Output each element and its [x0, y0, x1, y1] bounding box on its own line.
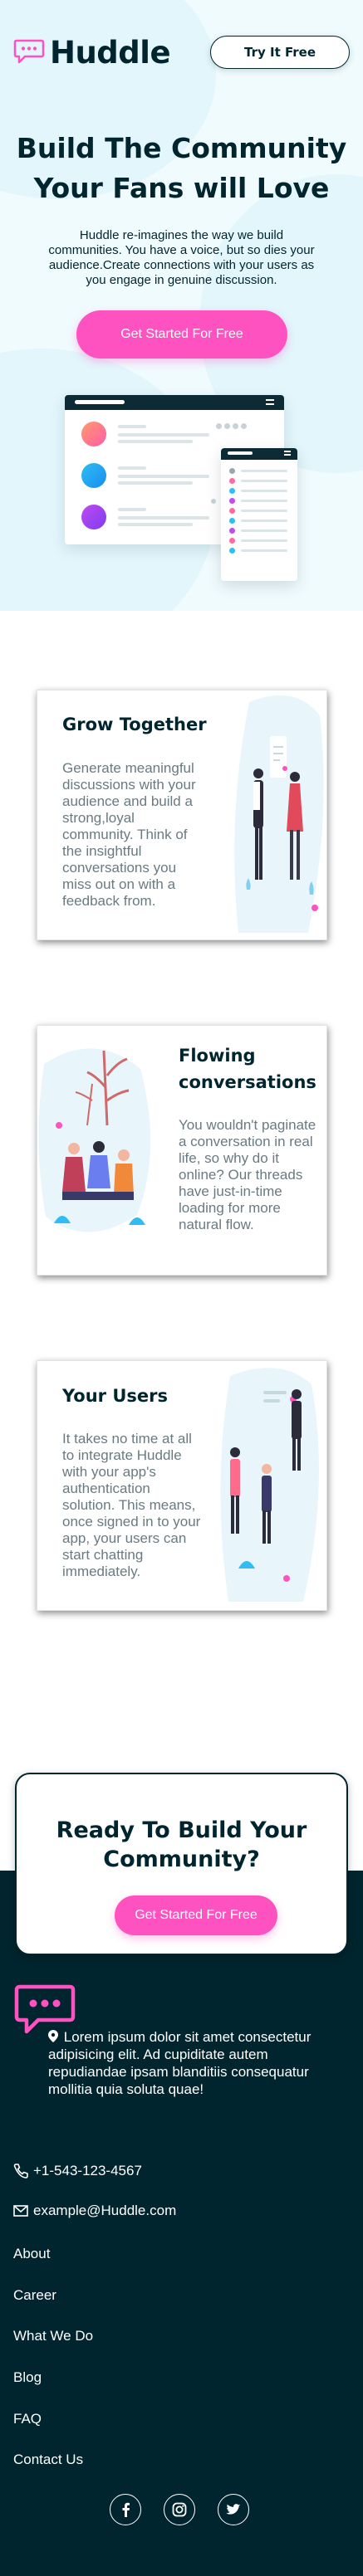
footer-link-contact-us[interactable]: Contact Us: [13, 2452, 83, 2468]
feature-card: Your Users It takes no time at all to in…: [37, 1360, 327, 1611]
phone-icon: [13, 2164, 28, 2178]
footer-link-faq[interactable]: FAQ: [13, 2411, 42, 2427]
feature-title: Your Users: [62, 1386, 168, 1406]
cta-title: Ready To Build Your Community?: [56, 1817, 307, 1872]
hero-title-line: Your Fans will Love: [33, 172, 330, 204]
footer-link-career[interactable]: Career: [13, 2287, 56, 2304]
feature-card: Grow Together Generate meaningful discus…: [37, 690, 327, 940]
brand-logo[interactable]: Huddle: [13, 34, 171, 71]
get-started-button[interactable]: Get Started For Free: [115, 1895, 277, 1935]
feature-text: Generate meaningful discussions with you…: [62, 760, 196, 909]
footer-phone[interactable]: +1-543-123-4567: [13, 2163, 142, 2179]
cta-section: Ready To Build Your Community? Get Start…: [0, 1773, 363, 1983]
get-started-button[interactable]: Get Started For Free: [76, 310, 287, 359]
location-pin-icon: [48, 2030, 58, 2042]
footer-link-blog[interactable]: Blog: [13, 2369, 42, 2386]
try-free-button[interactable]: Try It Free: [210, 36, 350, 69]
address-text: Lorem ipsum dolor sit amet consectetur a…: [48, 2029, 311, 2097]
hero-description: Huddle re-imagines the way we build comm…: [48, 228, 315, 287]
footer-link-about[interactable]: About: [13, 2246, 50, 2262]
instagram-icon[interactable]: [164, 2494, 195, 2525]
hero-title: Build The Community Your Fans will Love: [0, 129, 363, 208]
email-text: example@Huddle.com: [33, 2203, 177, 2218]
your-users-illustration: [220, 1368, 319, 1602]
top-nav: Huddle Try It Free: [13, 33, 350, 71]
footer-link-what-we-do[interactable]: What We Do: [13, 2328, 93, 2344]
footer: Lorem ipsum dolor sit amet consectetur a…: [0, 1983, 363, 2576]
facebook-icon[interactable]: [110, 2494, 141, 2525]
brand-name: Huddle: [50, 34, 171, 71]
footer-email[interactable]: example@Huddle.com: [13, 2203, 176, 2219]
hero-title-line: Build The Community: [16, 132, 347, 164]
feature-title: Flowing conversations: [179, 1046, 316, 1092]
hero-section: Huddle Try It Free Build The Community Y…: [0, 0, 363, 611]
cta-card: Ready To Build Your Community? Get Start…: [15, 1773, 348, 1955]
chat-bubble-icon: [13, 39, 45, 64]
feature-card: Flowing conversations You wouldn't pagin…: [37, 1025, 327, 1276]
footer-address: Lorem ipsum dolor sit amet consectetur a…: [48, 2028, 340, 2098]
features-section: Grow Together Generate meaningful discus…: [0, 611, 363, 1773]
social-links: [110, 2494, 249, 2525]
grow-together-illustration: [234, 695, 324, 933]
phone-text: +1-543-123-4567: [33, 2163, 142, 2178]
app-mockup-side: [221, 448, 297, 581]
twitter-icon[interactable]: [218, 2494, 249, 2525]
flowing-conversations-illustration: [38, 1048, 151, 1232]
feature-text: It takes no time at all to integrate Hud…: [62, 1431, 201, 1579]
email-icon: [13, 2205, 28, 2217]
feature-text: You wouldn't paginate a conversation in …: [179, 1117, 316, 1232]
feature-title: Grow Together: [62, 715, 207, 734]
